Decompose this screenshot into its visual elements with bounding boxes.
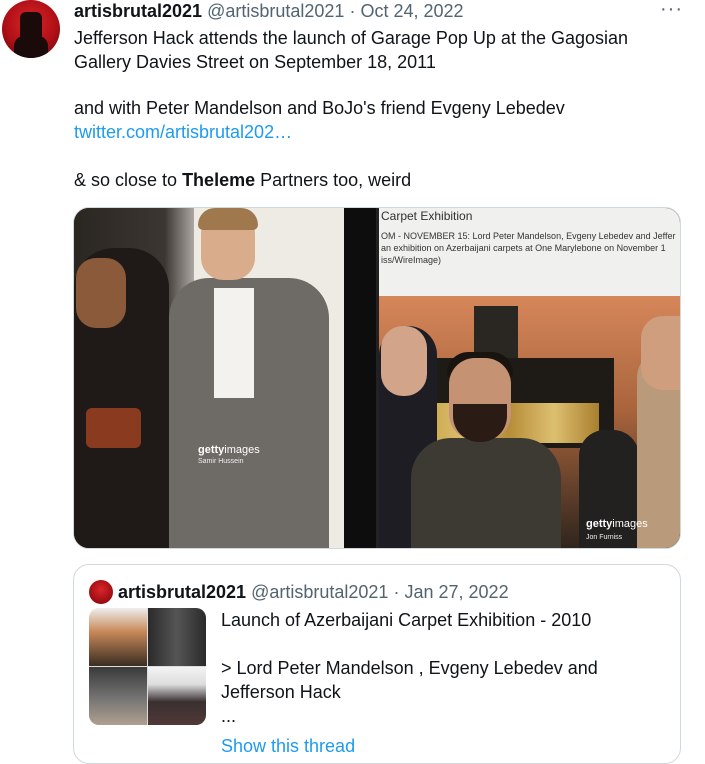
more-horizontal-icon[interactable]: ··· (660, 0, 683, 19)
photo-credit: Samir Hussein (198, 458, 244, 465)
quoted-avatar[interactable] (89, 580, 113, 604)
photo-shape (86, 408, 141, 448)
display-name[interactable]: artisbrutal2021 (74, 1, 202, 21)
avatar[interactable] (2, 0, 60, 58)
thumbnail (89, 667, 147, 725)
banner-title: Carpet Exhibition (381, 209, 473, 223)
thumbnail (148, 667, 206, 725)
quoted-ellipsis: ... (221, 706, 237, 726)
media-grid: gettyimages Samir Hussein Carpet Exhibit… (73, 207, 681, 549)
getty-watermark: gettyimages (198, 444, 260, 456)
photo-left[interactable]: gettyimages Samir Hussein (74, 208, 376, 548)
photo-shape (76, 258, 126, 328)
avatar-figure (20, 12, 42, 38)
quoted-title: Launch of Azerbaijani Carpet Exhibition … (221, 610, 592, 630)
text-part: & so close to (74, 170, 183, 190)
banner-caption: OM - NOVEMBER 15: Lord Peter Mandelson, … (381, 231, 676, 265)
quoted-header: artisbrutal2021 @artisbrutal2021 · Jan 2… (118, 581, 509, 603)
photo-shape (198, 208, 258, 230)
tweet-link[interactable]: twitter.com/artisbrutal202… (74, 120, 292, 144)
photo-banner: Carpet Exhibition OM - NOVEMBER 15: Lord… (379, 208, 680, 296)
photo-shape (411, 438, 561, 548)
tweet-text-line: & so close to Theleme Partners too, weir… (74, 168, 411, 192)
thumbnail (89, 608, 147, 666)
quoted-text-line: > Lord Peter Mandelson , Evgeny Lebedev … (221, 658, 598, 678)
quoted-thumbnail-grid[interactable] (89, 608, 206, 725)
photo-shape (641, 316, 680, 390)
tweet-date[interactable]: Oct 24, 2022 (360, 1, 463, 21)
bold-word: Theleme (182, 170, 256, 190)
tweet-header: artisbrutal2021 @artisbrutal2021 · Oct 2… (74, 0, 464, 22)
photo-shape (381, 326, 427, 396)
quoted-handle[interactable]: @artisbrutal2021 (251, 582, 388, 602)
getty-watermark: gettyimages (586, 518, 648, 530)
tweet-text-line: Jefferson Hack attends the launch of Gar… (74, 28, 629, 48)
photo-shape (579, 430, 639, 548)
avatar-figure-body (14, 36, 48, 58)
separator: · (349, 1, 356, 21)
quoted-date[interactable]: Jan 27, 2022 (404, 582, 508, 602)
tweet-text-line: Gallery Davies Street on September 18, 2… (74, 52, 436, 72)
show-thread-link[interactable]: Show this thread (221, 734, 355, 758)
photo-credit: Jon Furniss (586, 534, 623, 541)
quoted-text-line: Jefferson Hack (221, 682, 341, 702)
text-part: Partners too, weird (255, 170, 412, 190)
user-handle[interactable]: @artisbrutal2021 (207, 1, 344, 21)
photo-shape (344, 208, 376, 548)
photo-right[interactable]: Carpet Exhibition OM - NOVEMBER 15: Lord… (379, 208, 680, 548)
separator: · (393, 582, 400, 602)
thumbnail (148, 608, 206, 666)
photo-shape (214, 288, 254, 398)
quoted-display-name[interactable]: artisbrutal2021 (118, 582, 246, 602)
tweet-text-line: and with Peter Mandelson and BoJo's frie… (74, 98, 565, 118)
